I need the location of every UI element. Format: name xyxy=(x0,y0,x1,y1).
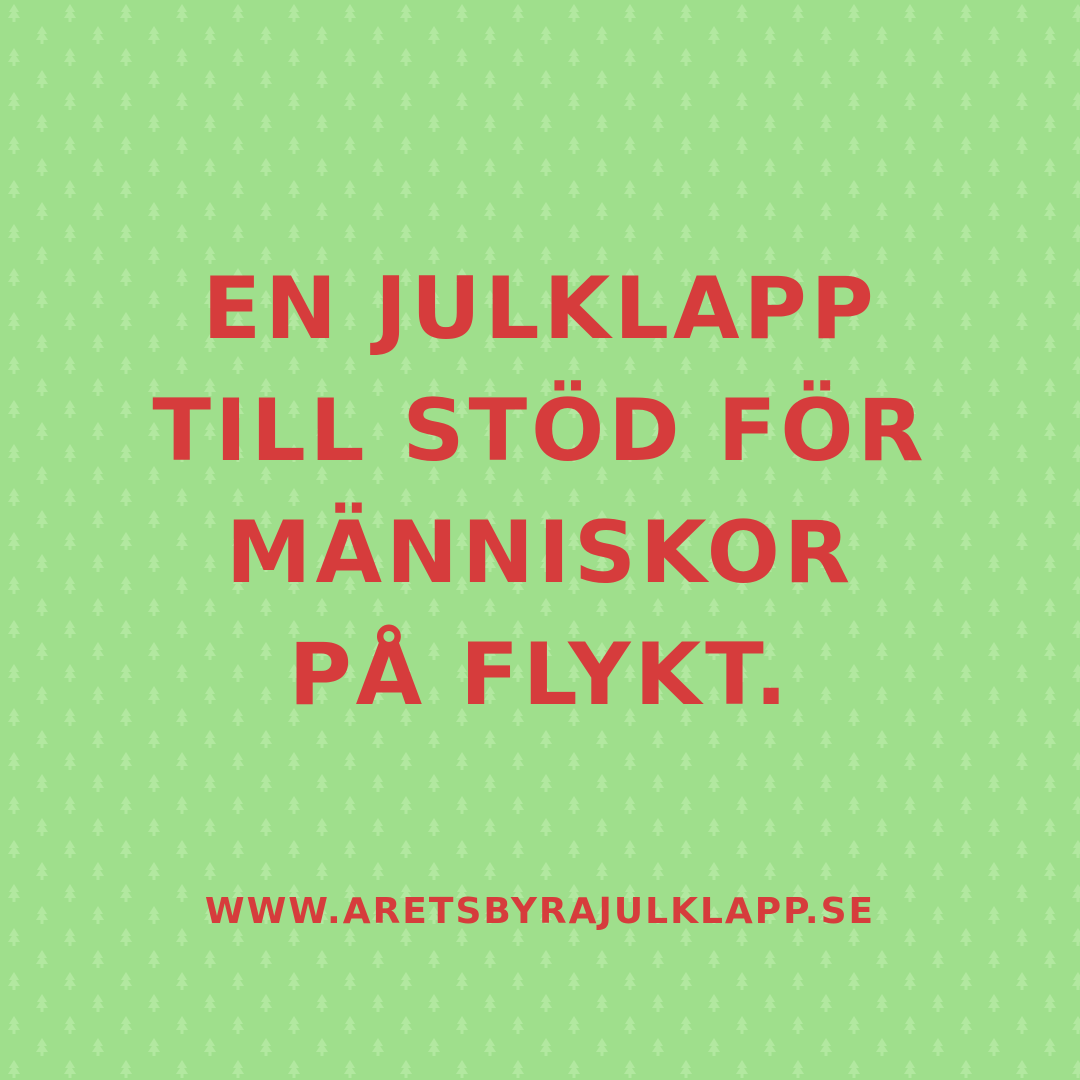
headline: EN JULKLAPP TILL STÖD FÖR MÄNNISKOR PÅ F… xyxy=(0,248,1080,736)
website-url: WWW.ARETSBYRAJULKLAPP.SE xyxy=(204,891,876,932)
headline-line-3: MÄNNISKOR xyxy=(225,503,855,603)
headline-line-4: PÅ FLYKT. xyxy=(288,625,792,725)
poster: EN JULKLAPP TILL STÖD FÖR MÄNNISKOR PÅ F… xyxy=(0,0,1080,1080)
headline-line-1: EN JULKLAPP xyxy=(202,259,878,359)
headline-line-2: TILL STÖD FÖR xyxy=(152,381,928,481)
